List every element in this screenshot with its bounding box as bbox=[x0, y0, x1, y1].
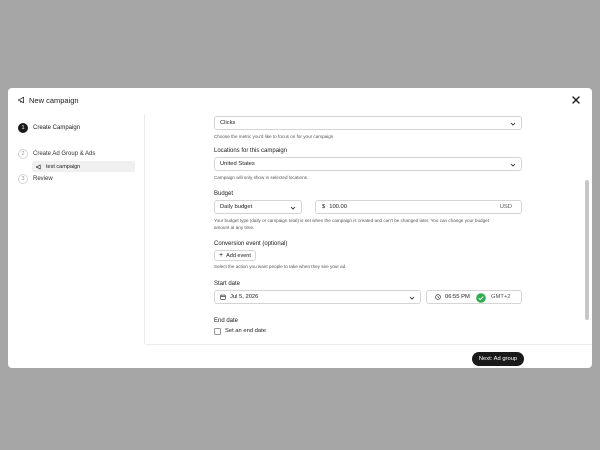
budget-type-value: Daily budget bbox=[220, 204, 253, 210]
budget-label: Budget bbox=[214, 191, 234, 197]
budget-helper-line1: Your budget type (daily or campaign tota… bbox=[214, 218, 489, 223]
start-date-picker[interactable]: Jul 5, 2026 bbox=[214, 290, 421, 304]
chevron-down-icon bbox=[510, 122, 516, 126]
check-circle-icon bbox=[476, 293, 486, 303]
chevron-down-icon bbox=[290, 206, 296, 210]
modal-header: New campaign bbox=[8, 88, 592, 114]
step-number: 1 bbox=[18, 123, 28, 133]
budget-amount: 100.00 bbox=[329, 204, 347, 210]
budget-type-select[interactable]: Daily budget bbox=[214, 200, 302, 214]
close-icon[interactable] bbox=[570, 94, 582, 106]
start-time-input[interactable]: 06:55 PM GMT+2 bbox=[426, 290, 522, 304]
metric-select[interactable]: Clicks bbox=[214, 116, 522, 130]
clock-icon bbox=[435, 294, 441, 300]
conversion-helper: Select the action you want people to tak… bbox=[214, 264, 346, 269]
end-date-checkbox-label: Set an end date bbox=[225, 328, 266, 334]
step-number: 3 bbox=[18, 174, 28, 184]
budget-helper-line2: amount at any time. bbox=[214, 225, 255, 230]
calendar-icon bbox=[220, 294, 226, 300]
step-label: Create Ad Group & Ads bbox=[33, 151, 96, 157]
start-date-value: Jul 5, 2026 bbox=[230, 294, 259, 300]
chevron-down-icon bbox=[409, 296, 415, 300]
locations-label: Locations for this campaign bbox=[214, 148, 288, 154]
step-create-ad-group[interactable]: 2 Create Ad Group & Ads bbox=[18, 148, 95, 160]
sidebar-item-test-campaign[interactable]: test campaign bbox=[32, 161, 135, 172]
conversion-label: Conversion event (optional) bbox=[214, 241, 288, 247]
new-campaign-modal: New campaign 1 Create Campaign test camp… bbox=[8, 88, 592, 368]
metric-value: Clicks bbox=[220, 120, 236, 126]
add-event-label: Add event bbox=[226, 252, 251, 259]
add-event-button[interactable]: + Add event bbox=[214, 250, 256, 261]
step-review[interactable]: 3 Review bbox=[18, 173, 53, 185]
next-ad-group-button[interactable]: Next: Ad group bbox=[472, 352, 524, 366]
metric-helper: Choose the metric you'd like to focus on… bbox=[214, 134, 334, 139]
step-create-campaign[interactable]: 1 Create Campaign bbox=[18, 122, 80, 134]
currency-symbol: $ bbox=[322, 204, 326, 210]
sub-step-label: test campaign bbox=[46, 163, 81, 170]
steps-sidebar: 1 Create Campaign test campaign 2 Create… bbox=[8, 114, 144, 368]
start-time-value: 06:55 PM bbox=[445, 294, 470, 300]
start-date-label: Start date bbox=[214, 281, 241, 287]
campaign-form: Clicks Choose the metric you'd like to f… bbox=[145, 114, 592, 344]
megaphone-icon bbox=[36, 164, 41, 169]
step-label: Create Campaign bbox=[33, 125, 81, 131]
end-date-label: End date bbox=[214, 318, 239, 324]
modal-title: New campaign bbox=[29, 96, 79, 105]
locations-value: United States bbox=[220, 161, 255, 167]
timezone-value: GMT+2 bbox=[491, 294, 511, 300]
locations-helper: Campaign will only show in selected loca… bbox=[214, 175, 309, 180]
chevron-down-icon bbox=[510, 163, 516, 167]
currency-code: USD bbox=[499, 204, 512, 210]
locations-select[interactable]: United States bbox=[214, 157, 522, 171]
end-date-checkbox[interactable] bbox=[214, 328, 221, 335]
plus-icon: + bbox=[219, 252, 224, 259]
budget-amount-input[interactable]: $ 100.00 USD bbox=[315, 200, 522, 214]
step-number: 2 bbox=[18, 149, 28, 159]
scrollbar-thumb[interactable] bbox=[585, 180, 589, 320]
megaphone-icon bbox=[18, 96, 24, 104]
step-label: Review bbox=[33, 176, 53, 182]
modal-footer: Next: Ad group bbox=[145, 344, 592, 368]
